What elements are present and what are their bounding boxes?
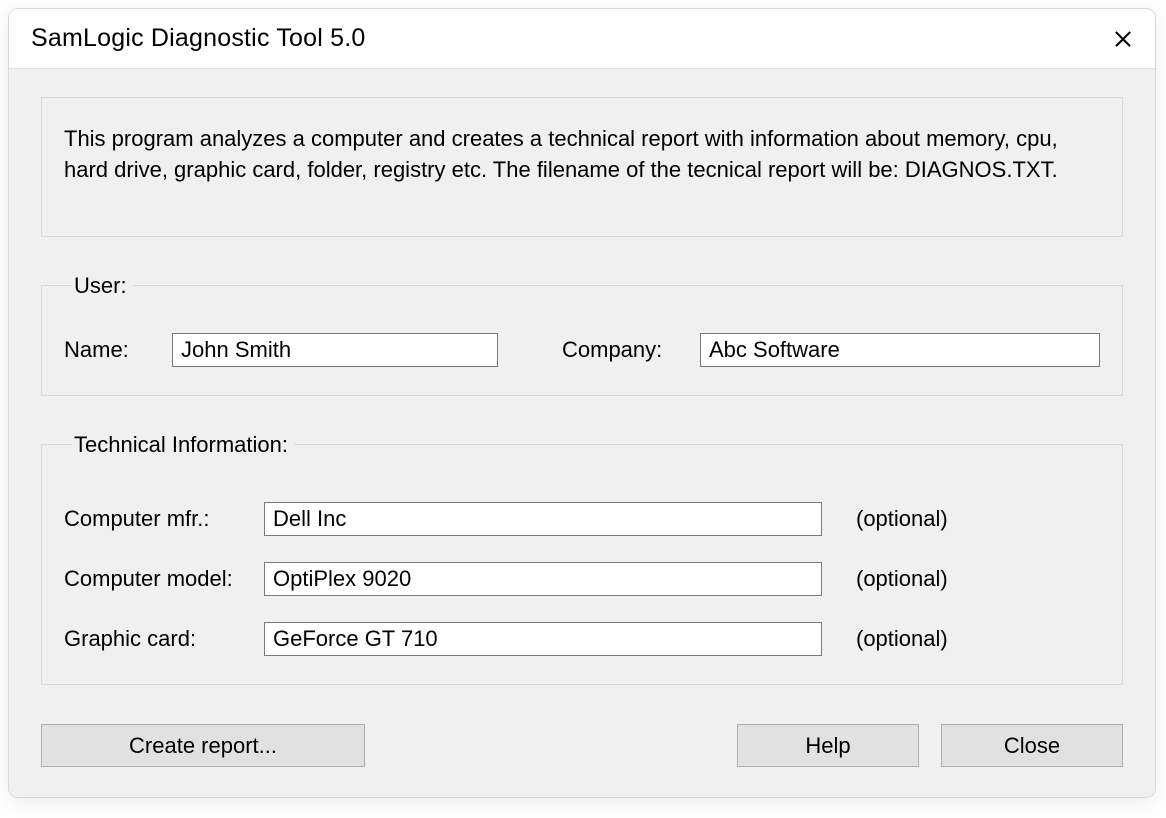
titlebar: SamLogic Diagnostic Tool 5.0 — [9, 9, 1155, 69]
description-box: This program analyzes a computer and cre… — [41, 97, 1123, 237]
name-input[interactable] — [172, 333, 498, 367]
mfr-input[interactable] — [264, 502, 822, 536]
mfr-label: Computer mfr.: — [64, 506, 246, 532]
window-title: SamLogic Diagnostic Tool 5.0 — [31, 24, 366, 53]
dialog-body: This program analyzes a computer and cre… — [9, 69, 1155, 797]
user-row: Name: Company: — [64, 333, 1100, 367]
company-input[interactable] — [700, 333, 1100, 367]
gpu-input[interactable] — [264, 622, 822, 656]
user-group: User: Name: Company: — [41, 273, 1123, 396]
button-row: Create report... Help Close — [41, 724, 1123, 767]
user-legend: User: — [72, 273, 133, 299]
gpu-label: Graphic card: — [64, 626, 246, 652]
help-button[interactable]: Help — [737, 724, 919, 767]
mfr-row: Computer mfr.: (optional) — [64, 502, 1100, 536]
model-optional: (optional) — [856, 566, 948, 592]
window: SamLogic Diagnostic Tool 5.0 This progra… — [8, 8, 1156, 798]
create-report-button[interactable]: Create report... — [41, 724, 365, 767]
gpu-row: Graphic card: (optional) — [64, 622, 1100, 656]
close-button[interactable]: Close — [941, 724, 1123, 767]
close-icon[interactable] — [1113, 29, 1133, 49]
name-label: Name: — [64, 337, 154, 363]
model-label: Computer model: — [64, 566, 246, 592]
spacer — [387, 724, 715, 767]
technical-legend: Technical Information: — [72, 432, 294, 458]
mfr-optional: (optional) — [856, 506, 948, 532]
technical-group: Technical Information: Computer mfr.: (o… — [41, 432, 1123, 685]
model-row: Computer model: (optional) — [64, 562, 1100, 596]
model-input[interactable] — [264, 562, 822, 596]
company-label: Company: — [562, 337, 682, 363]
gpu-optional: (optional) — [856, 626, 948, 652]
